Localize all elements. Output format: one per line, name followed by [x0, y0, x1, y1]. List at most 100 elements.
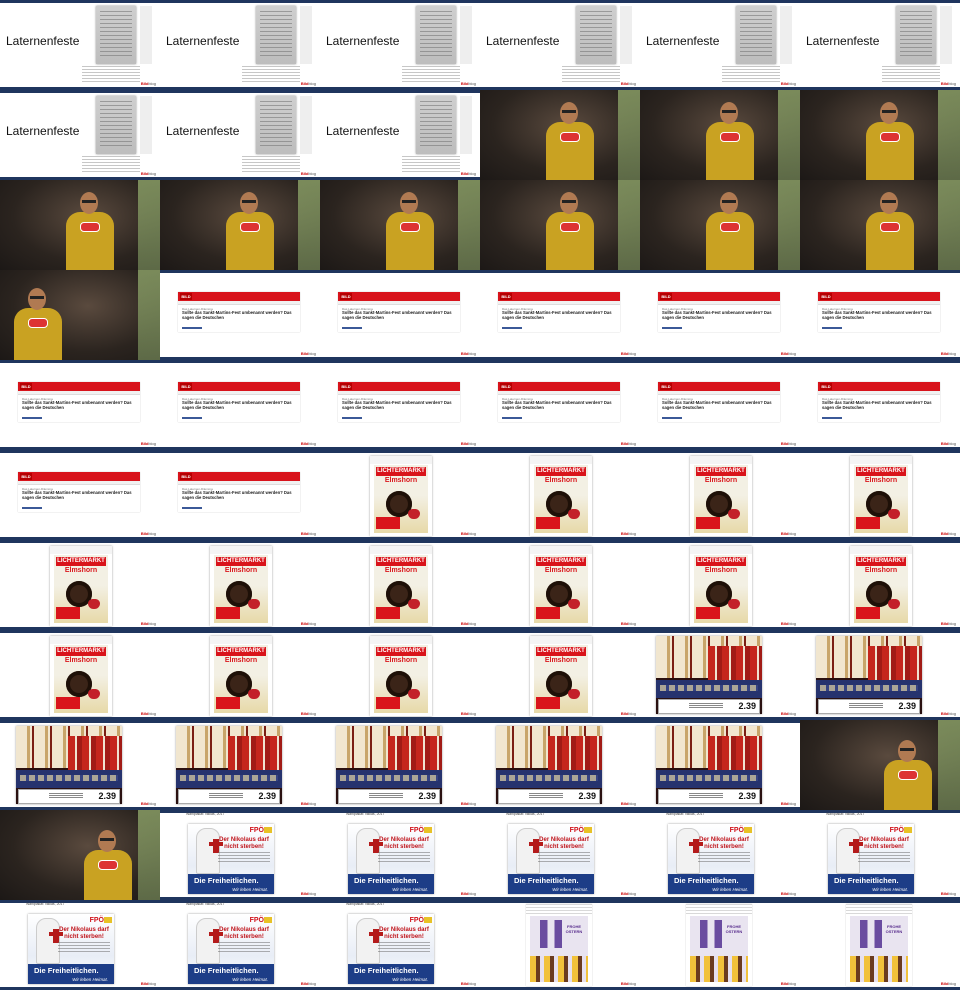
thumbnail-choc[interactable]: 2.39 Bildblog — [320, 720, 480, 810]
thumbnail-poster[interactable]: LICHTERMARKT Elmshorn Bildblog — [320, 540, 480, 630]
thumbnail-speaker[interactable] — [640, 180, 800, 270]
slide-top-bar — [320, 630, 480, 633]
poster-caption: Wahlplakat: Niklas, 2017 — [186, 812, 225, 816]
lichtermarkt-poster: LICHTERMARKT Elmshorn — [214, 555, 268, 623]
thumbnail-web[interactable]: BILD Das Laternen-Dilemma Sollte das San… — [800, 270, 960, 360]
thumbnail-speaker[interactable] — [320, 180, 480, 270]
thumbnail-bunny[interactable]: FROHE OSTERN Bildblog — [480, 900, 640, 990]
thumbnail-web[interactable]: BILD Das Laternen-Dilemma Sollte das San… — [640, 360, 800, 450]
thumbnail-web[interactable]: BILD Das Laternen-Dilemma Sollte das San… — [160, 270, 320, 360]
thumbnail-poster[interactable]: LICHTERMARKT Elmshorn Bildblog — [800, 540, 960, 630]
thumbnail-title[interactable]: Laternenfeste Bildblog — [0, 90, 160, 180]
bild-nav — [498, 301, 620, 305]
thumbnail-speaker[interactable] — [0, 180, 160, 270]
thumbnail-poster[interactable]: LICHTERMARKT Elmshorn Bildblog — [800, 450, 960, 540]
thumbnail-title[interactable]: Laternenfeste Bildblog — [320, 0, 480, 90]
poster-title: LICHTERMARKT — [376, 467, 426, 476]
social-post: LICHTERMARKT Elmshorn — [530, 546, 592, 626]
poster-town: Elmshorn — [64, 657, 98, 664]
thumbnail-title[interactable]: Laternenfeste Bildblog — [0, 0, 160, 90]
thumbnail-web[interactable]: BILD Das Laternen-Dilemma Sollte das San… — [320, 270, 480, 360]
thumbnail-poster[interactable]: LICHTERMARKT Elmshorn Bildblog — [160, 630, 320, 720]
thumbnail-fpo[interactable]: Wahlplakat: Niklas, 2017 FPÖ Der Nikolau… — [160, 810, 320, 900]
bildblog-logo: Bildblog — [300, 711, 316, 716]
footer-main: Die Freiheitlichen. — [354, 966, 419, 975]
lichtermarkt-poster: LICHTERMARKT Elmshorn — [534, 465, 588, 533]
thumbnail-title[interactable]: Laternenfeste Bildblog — [480, 0, 640, 90]
thumbnail-bunny[interactable]: FROHE OSTERN Bildblog — [640, 900, 800, 990]
slide-top-bar — [160, 360, 320, 363]
thumbnail-speaker[interactable] — [640, 90, 800, 180]
bild-logo: BILD — [660, 293, 672, 300]
thumbnail-speaker[interactable] — [800, 180, 960, 270]
thumbnail-fpo[interactable]: Wahlplakat: Niklas, 2017 FPÖ Der Nikolau… — [320, 810, 480, 900]
bildblog-logo: Bildblog — [780, 981, 796, 986]
footer-main: Die Freiheitlichen. — [354, 876, 419, 885]
poster-dates — [56, 607, 80, 619]
thumbnail-choc[interactable]: 2.39 Bildblog — [640, 630, 800, 720]
glasses-icon — [82, 200, 96, 203]
thumbnail-speaker[interactable] — [480, 180, 640, 270]
thumbnail-choc[interactable]: 2.39 Bildblog — [800, 630, 960, 720]
thumbnail-choc[interactable]: 2.39 Bildblog — [480, 720, 640, 810]
thumbnail-poster[interactable]: LICHTERMARKT Elmshorn Bildblog — [480, 540, 640, 630]
speaker-head — [240, 192, 258, 214]
thumbnail-speaker-side[interactable] — [800, 720, 960, 810]
thumbnail-fpo[interactable]: Wahlplakat: Niklas, 2017 FPÖ Der Nikolau… — [800, 810, 960, 900]
thumbnail-web[interactable]: BILD Das Laternen-Dilemma Sollte das San… — [800, 360, 960, 450]
thumbnail-choc[interactable]: 2.39 Bildblog — [160, 720, 320, 810]
thumbnail-web[interactable]: BILD Das Laternen-Dilemma Sollte das San… — [480, 360, 640, 450]
thumbnail-fpo[interactable]: Wahlplakat: Niklas, 2017 FPÖ Der Nikolau… — [480, 810, 640, 900]
thumbnail-speaker[interactable] — [800, 90, 960, 180]
thumbnail-web[interactable]: BILD Das Laternen-Dilemma Sollte das San… — [0, 360, 160, 450]
poster-title: LICHTERMARKT — [216, 557, 266, 566]
thumbnail-speaker-side[interactable] — [0, 810, 160, 900]
thumbnail-web[interactable]: BILD Das Laternen-Dilemma Sollte das San… — [640, 270, 800, 360]
flag-icon — [584, 827, 592, 833]
thumbnail-poster[interactable]: LICHTERMARKT Elmshorn Bildblog — [480, 630, 640, 720]
article-headline: Sollte das Sankt-Martins-Fest umbenannt … — [502, 400, 612, 410]
party-logo: FPÖ — [89, 917, 104, 924]
thumbnail-poster[interactable]: LICHTERMARKT Elmshorn Bildblog — [640, 450, 800, 540]
thumbnail-poster[interactable]: LICHTERMARKT Elmshorn Bildblog — [320, 630, 480, 720]
thumbnail-title[interactable]: Laternenfeste Bildblog — [800, 0, 960, 90]
red-chocolate-figures — [548, 736, 602, 770]
thumbnail-poster[interactable]: LICHTERMARKT Elmshorn Bildblog — [160, 540, 320, 630]
thumbnail-speaker[interactable] — [480, 90, 640, 180]
slide-top-bar — [640, 0, 800, 3]
thumbnail-title[interactable]: Laternenfeste Bildblog — [320, 90, 480, 180]
lichtermarkt-poster: LICHTERMARKT Elmshorn — [854, 555, 908, 623]
thumbnail-poster[interactable]: LICHTERMARKT Elmshorn Bildblog — [0, 540, 160, 630]
bild-logo: BILD — [340, 383, 352, 390]
thumbnail-poster[interactable]: LICHTERMARKT Elmshorn Bildblog — [480, 450, 640, 540]
thumbnail-fpo[interactable]: Wahlplakat: Niklas, 2017 FPÖ Der Nikolau… — [160, 900, 320, 990]
thumbnail-title[interactable]: Laternenfeste Bildblog — [160, 90, 320, 180]
heart-icon — [408, 599, 420, 609]
thumbnail-choc[interactable]: 2.39 Bildblog — [0, 720, 160, 810]
thumbnail-choc[interactable]: 2.39 Bildblog — [640, 720, 800, 810]
thumbnail-web[interactable]: BILD Das Laternen-Dilemma Sollte das San… — [0, 450, 160, 540]
thumbnail-title[interactable]: Laternenfeste Bildblog — [640, 0, 800, 90]
party-logo: FPÖ — [569, 827, 584, 834]
thumbnail-speaker[interactable] — [160, 180, 320, 270]
yellow-hoodie — [66, 212, 114, 270]
poster-dates — [536, 607, 560, 619]
thumbnail-poster[interactable]: LICHTERMARKT Elmshorn Bildblog — [0, 630, 160, 720]
thumbnail-title[interactable]: Laternenfeste Bildblog — [160, 0, 320, 90]
thumbnail-fpo[interactable]: Wahlplakat: Niklas, 2017 FPÖ Der Nikolau… — [320, 900, 480, 990]
flag-icon — [744, 827, 752, 833]
thumbnail-poster[interactable]: LICHTERMARKT Elmshorn Bildblog — [320, 450, 480, 540]
thumbnail-bunny[interactable]: FROHE OSTERN Bildblog — [800, 900, 960, 990]
thumbnail-web[interactable]: BILD Das Laternen-Dilemma Sollte das San… — [320, 360, 480, 450]
thumbnail-web[interactable]: BILD Das Laternen-Dilemma Sollte das San… — [160, 450, 320, 540]
thumbnail-fpo[interactable]: Wahlplakat: Niklas, 2017 FPÖ Der Nikolau… — [0, 900, 160, 990]
slide-top-bar — [0, 0, 160, 3]
speaker-head — [898, 740, 916, 762]
thumbnail-fpo[interactable]: Wahlplakat: Niklas, 2017 FPÖ Der Nikolau… — [640, 810, 800, 900]
thumbnail-speaker-close[interactable] — [0, 270, 160, 360]
document-image — [416, 96, 456, 154]
heart-icon — [568, 509, 580, 519]
thumbnail-web[interactable]: BILD Das Laternen-Dilemma Sollte das San… — [480, 270, 640, 360]
thumbnail-web[interactable]: BILD Das Laternen-Dilemma Sollte das San… — [160, 360, 320, 450]
thumbnail-poster[interactable]: LICHTERMARKT Elmshorn Bildblog — [640, 540, 800, 630]
